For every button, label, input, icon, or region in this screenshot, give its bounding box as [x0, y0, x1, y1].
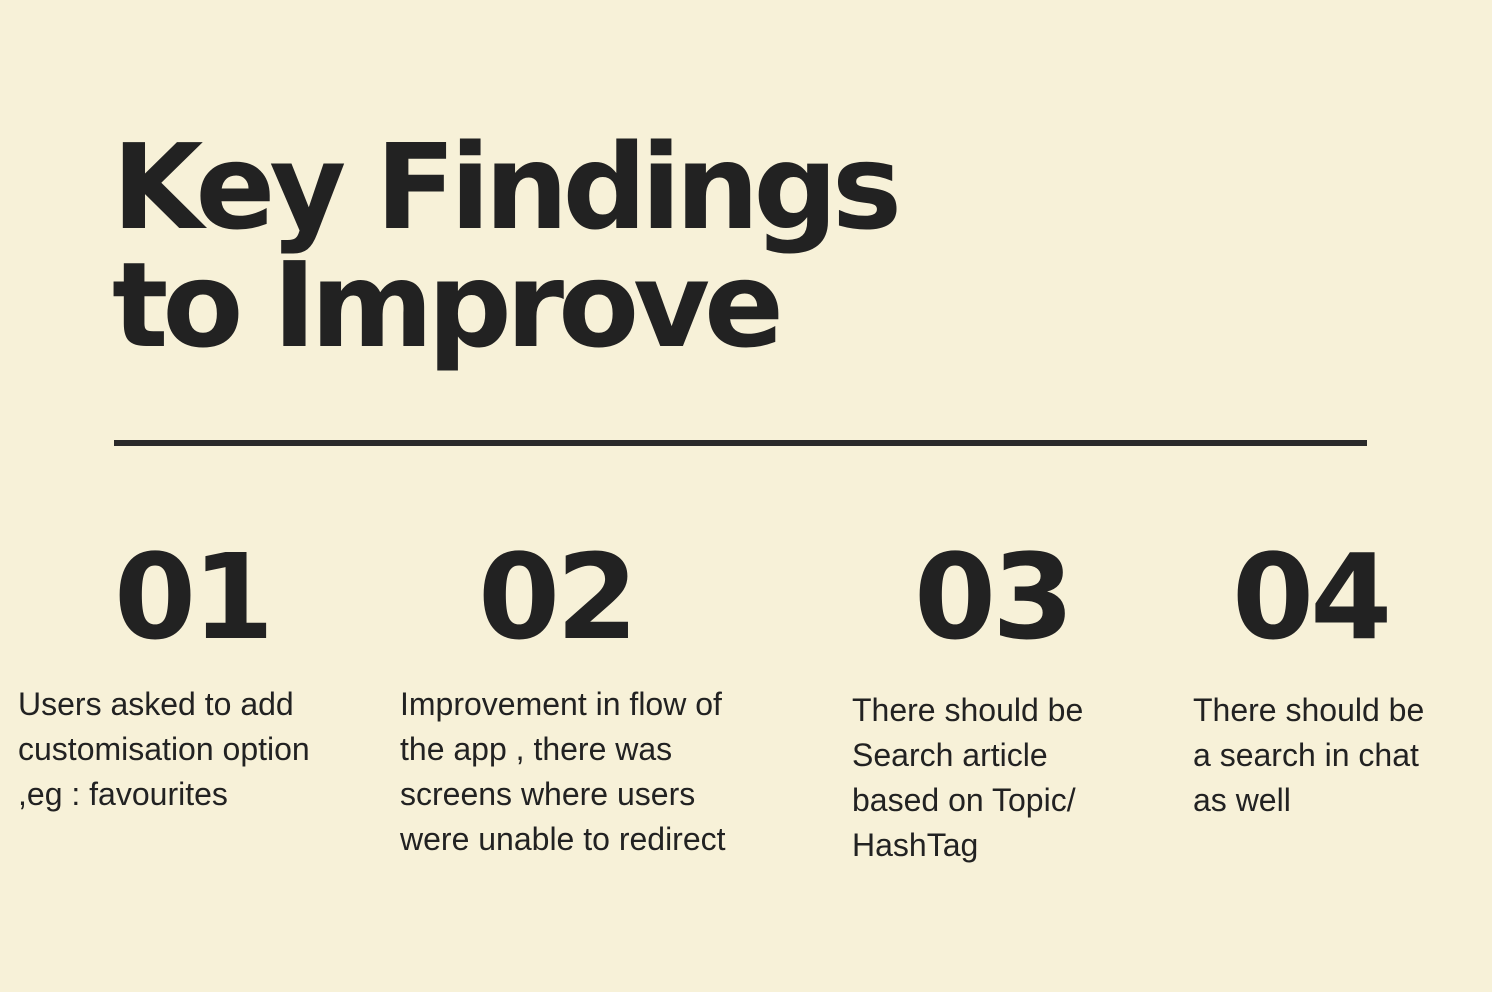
- title-line-1: Key Findings: [112, 118, 902, 256]
- finding-text-02: Improvement in flow of the app , there w…: [400, 686, 726, 857]
- section-divider: [114, 440, 1367, 446]
- finding-number-02: 02: [478, 528, 638, 666]
- finding-text-01: Users asked to add customisation option …: [18, 686, 310, 812]
- finding-number-04: 04: [1232, 528, 1392, 666]
- title-line-2: to Improve: [112, 236, 784, 374]
- page-title: Key Findings to Improve: [112, 118, 902, 374]
- finding-number-03: 03: [914, 528, 1074, 666]
- finding-number-01: 01: [114, 528, 274, 666]
- finding-text-04: There should be a search in chat as well: [1193, 692, 1425, 818]
- finding-text-03: There should be Search article based on …: [852, 692, 1084, 863]
